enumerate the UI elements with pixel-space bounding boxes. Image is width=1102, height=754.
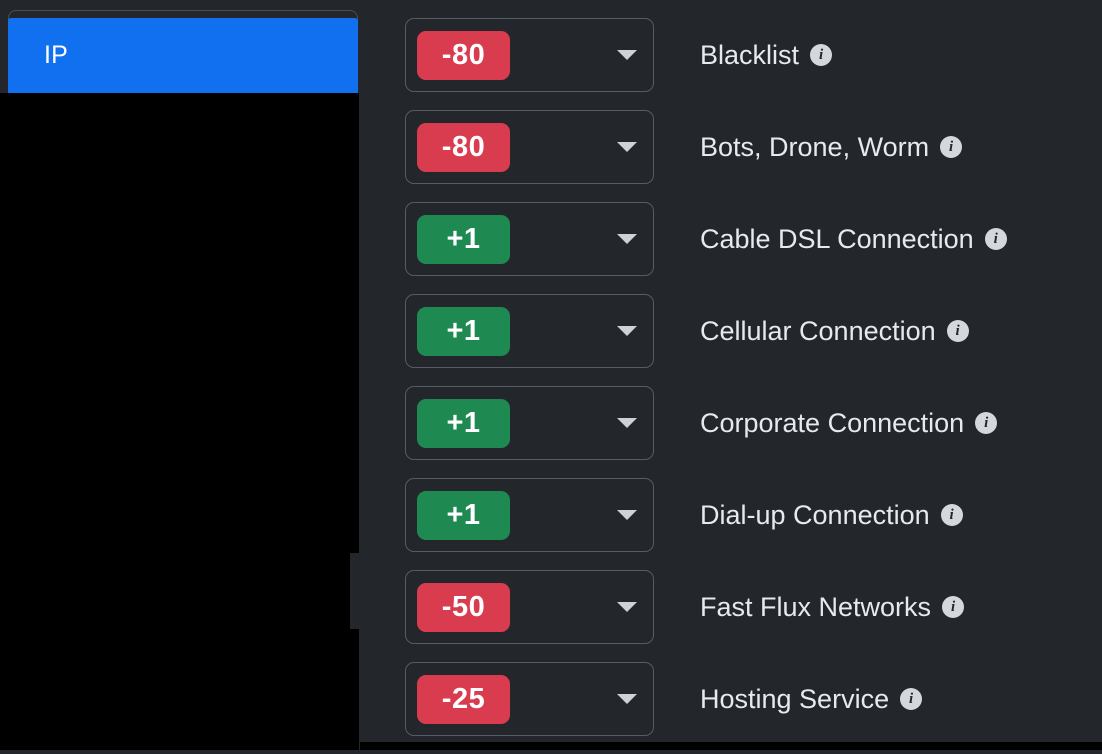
sidebar-empty-area [0, 93, 359, 750]
chevron-down-icon[interactable] [617, 50, 637, 60]
score-dropdown[interactable]: +1 [405, 386, 654, 460]
info-icon[interactable]: i [942, 596, 965, 618]
setting-row: +1 Cellular Connection i [405, 294, 1102, 386]
setting-label: Blacklist [700, 39, 800, 70]
score-badge: +1 [417, 215, 510, 264]
info-icon[interactable]: i [984, 228, 1007, 250]
category-sidebar: IP [0, 0, 360, 750]
score-badge: -80 [417, 123, 510, 172]
chevron-down-icon[interactable] [617, 326, 637, 336]
setting-label: Fast Flux Networks [700, 591, 932, 622]
score-dropdown[interactable]: -80 [405, 18, 654, 92]
setting-label-group: Blacklist i [700, 18, 833, 92]
setting-label: Corporate Connection [700, 407, 965, 438]
info-icon[interactable]: i [946, 320, 969, 342]
score-badge: -25 [417, 675, 510, 724]
setting-label: Cellular Connection [700, 315, 936, 346]
bottom-strip [360, 742, 1102, 750]
score-dropdown[interactable]: +1 [405, 202, 654, 276]
score-dropdown[interactable]: +1 [405, 478, 654, 552]
setting-label-group: Bots, Drone, Worm i [700, 110, 963, 184]
score-badge: +1 [417, 399, 510, 448]
app-root: IP -80 Blacklist i -80 Bots, Drone, Worm i +1 C… [0, 0, 1102, 750]
setting-label-group: Corporate Connection i [700, 386, 998, 460]
setting-row: -80 Blacklist i [405, 18, 1102, 110]
info-icon[interactable]: i [810, 44, 833, 66]
setting-row: -25 Hosting Service i [405, 662, 1102, 754]
setting-label-group: Fast Flux Networks i [700, 570, 965, 644]
setting-row: +1 Cable DSL Connection i [405, 202, 1102, 294]
setting-label-group: Dial-up Connection i [700, 478, 963, 552]
chevron-down-icon[interactable] [617, 142, 637, 152]
chevron-down-icon[interactable] [617, 602, 637, 612]
info-icon[interactable]: i [940, 504, 963, 526]
sidebar-item-label: IP [44, 41, 69, 69]
score-badge: -80 [417, 31, 510, 80]
info-icon[interactable]: i [975, 412, 998, 434]
score-badge: +1 [417, 307, 510, 356]
chevron-down-icon[interactable] [617, 418, 637, 428]
setting-label: Dial-up Connection [700, 499, 930, 530]
score-dropdown[interactable]: -25 [405, 662, 654, 736]
setting-label: Bots, Drone, Worm [700, 131, 930, 162]
setting-row: -80 Bots, Drone, Worm i [405, 110, 1102, 202]
setting-label-group: Hosting Service i [700, 662, 923, 736]
setting-label: Hosting Service [700, 683, 890, 714]
setting-row: +1 Dial-up Connection i [405, 478, 1102, 570]
settings-list: -80 Blacklist i -80 Bots, Drone, Worm i +1 Cabl… [405, 18, 1102, 754]
setting-label: Cable DSL Connection [700, 223, 974, 254]
info-icon[interactable]: i [900, 688, 923, 710]
sidebar-notch [350, 553, 360, 629]
score-badge: +1 [417, 491, 510, 540]
score-dropdown[interactable]: +1 [405, 294, 654, 368]
chevron-down-icon[interactable] [617, 510, 637, 520]
setting-label-group: Cellular Connection i [700, 294, 969, 368]
info-icon[interactable]: i [940, 136, 963, 158]
score-dropdown[interactable]: -50 [405, 570, 654, 644]
sidebar-item-ip[interactable]: IP [8, 18, 358, 93]
score-dropdown[interactable]: -80 [405, 110, 654, 184]
setting-row: +1 Corporate Connection i [405, 386, 1102, 478]
score-badge: -50 [417, 583, 510, 632]
setting-row: -50 Fast Flux Networks i [405, 570, 1102, 662]
chevron-down-icon[interactable] [617, 234, 637, 244]
setting-label-group: Cable DSL Connection i [700, 202, 1007, 276]
chevron-down-icon[interactable] [617, 694, 637, 704]
